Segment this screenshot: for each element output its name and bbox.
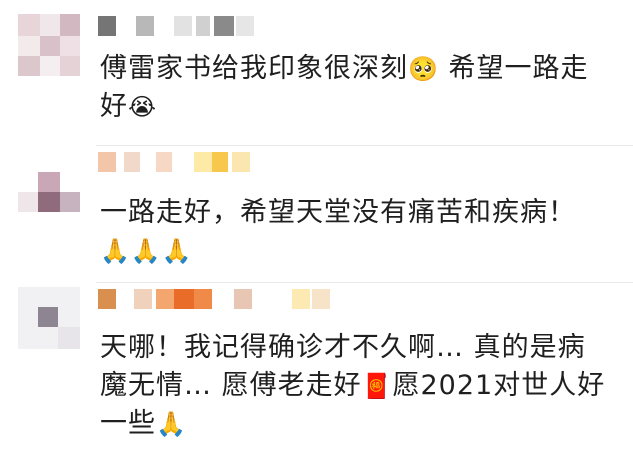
avatar-pixel xyxy=(40,36,60,56)
avatar-pixel xyxy=(18,14,40,36)
red-envelope-icon: 🧧 xyxy=(361,372,393,400)
redacted-block xyxy=(156,152,172,172)
folded-hands-icon: 🙏 xyxy=(156,410,187,438)
redacted-block xyxy=(174,289,194,309)
folded-hands-icon: 🙏🙏🙏 xyxy=(100,237,193,265)
avatar[interactable] xyxy=(18,287,80,349)
redacted-block xyxy=(156,289,174,309)
redacted-block xyxy=(194,152,212,172)
redacted-block xyxy=(98,16,116,36)
redacted-block xyxy=(292,289,310,309)
redacted-block xyxy=(174,16,192,36)
username-redacted[interactable] xyxy=(96,16,256,38)
pleading-face-icon: 🥺 xyxy=(408,55,439,83)
avatar-pixel xyxy=(40,14,60,36)
redacted-block xyxy=(196,16,210,36)
redacted-block xyxy=(136,16,154,36)
avatar-pixel xyxy=(58,327,80,349)
redacted-block xyxy=(312,289,330,309)
comment-text: 傅雷家书给我印象很深刻🥺 希望一路走好😭 xyxy=(100,50,612,126)
comment-text-part: 傅雷家书给我印象很深刻 xyxy=(100,53,408,84)
comment-text: 天哪！我记得确诊才不久啊… 真的是病魔无情… 愿傅老走好🧧愿2021对世人好一些… xyxy=(100,329,612,443)
redacted-block xyxy=(236,16,254,36)
avatar-pixel xyxy=(60,14,80,36)
redacted-block xyxy=(134,289,152,309)
comment-2: 一路走好，希望天堂没有痛苦和疾病！ 🙏🙏🙏 xyxy=(0,146,633,282)
comment-1: 傅雷家书给我印象很深刻🥺 希望一路走好😭 xyxy=(0,0,633,145)
comment-3: 天哪！我记得确诊才不久啊… 真的是病魔无情… 愿傅老走好🧧愿2021对世人好一些… xyxy=(0,283,633,462)
avatar-pixel xyxy=(60,56,80,76)
comment-text-part: 一路走好，希望天堂没有痛苦和疾病！ xyxy=(100,197,576,228)
redacted-block xyxy=(234,289,252,309)
avatar[interactable] xyxy=(18,150,80,212)
avatar-pixel xyxy=(38,172,60,192)
avatar-pixel xyxy=(60,192,80,212)
avatar[interactable] xyxy=(18,14,80,76)
redacted-block xyxy=(194,289,212,309)
username-redacted[interactable] xyxy=(96,152,256,174)
redacted-block xyxy=(212,152,228,172)
avatar-pixel xyxy=(38,307,58,327)
redacted-block xyxy=(124,152,140,172)
avatar-pixel xyxy=(60,36,80,56)
avatar-pixel xyxy=(40,56,60,76)
redacted-block xyxy=(232,152,250,172)
avatar-pixel xyxy=(38,192,60,212)
avatar-pixel xyxy=(18,56,40,76)
crying-face-icon: 😭 xyxy=(128,93,158,121)
avatar-pixel xyxy=(18,36,40,56)
redacted-block xyxy=(98,152,116,172)
username-redacted[interactable] xyxy=(96,289,356,311)
avatar-pixel xyxy=(18,192,38,212)
redacted-block xyxy=(214,16,234,36)
comment-text: 一路走好，希望天堂没有痛苦和疾病！ 🙏🙏🙏 xyxy=(100,194,612,270)
redacted-block xyxy=(98,289,116,309)
